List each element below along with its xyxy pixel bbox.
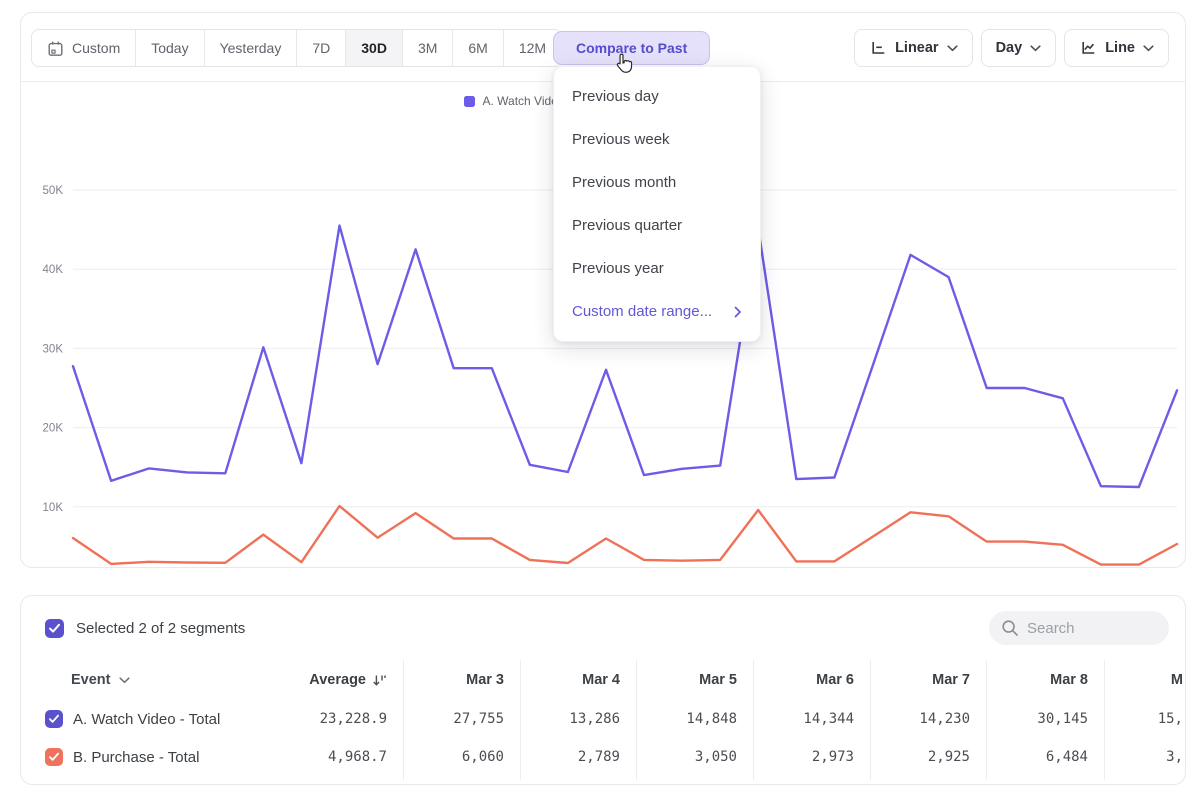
- svg-text:30K: 30K: [43, 343, 64, 355]
- row-checkbox-purchase[interactable]: [45, 748, 63, 766]
- check-icon: [48, 623, 61, 634]
- date-column-mar8: Mar 8 30,145 6,484: [986, 660, 1104, 780]
- linear-axis-icon: [869, 39, 887, 57]
- menu-item-previous-year[interactable]: Previous year: [554, 247, 760, 290]
- scale-dropdown[interactable]: Linear: [854, 29, 973, 67]
- select-all-checkbox[interactable]: [45, 619, 64, 638]
- average-column: Average 23,228.9 4,968.7: [286, 660, 403, 780]
- date-column-mar6: Mar 6 14,344 2,973: [753, 660, 870, 780]
- chevron-down-icon: [1030, 45, 1041, 52]
- range-today[interactable]: Today: [136, 30, 204, 66]
- search-box[interactable]: [989, 611, 1169, 645]
- svg-text:40K: 40K: [43, 264, 64, 276]
- range-6m[interactable]: 6M: [453, 30, 503, 66]
- interval-dropdown[interactable]: Day: [981, 29, 1057, 67]
- date-column-mar4: Mar 4 13,286 2,789: [520, 660, 636, 780]
- selected-segments-label: Selected 2 of 2 segments: [76, 620, 245, 637]
- chevron-right-icon: [734, 306, 742, 318]
- row-purchase: B. Purchase - Total: [21, 738, 286, 776]
- calendar-icon: [47, 40, 64, 57]
- average-watch-video: 23,228.9: [286, 700, 403, 738]
- chart-display-controls: Linear Day Line: [854, 29, 1169, 67]
- date-column-clipped: M 15, 3,: [1104, 660, 1185, 780]
- row-watch-video: A. Watch Video - Total: [21, 700, 286, 738]
- series-purchase-line: [73, 506, 1177, 565]
- average-purchase: 4,968.7: [286, 738, 403, 776]
- chevron-down-icon: [119, 677, 130, 684]
- row-checkbox-watch-video[interactable]: [45, 710, 63, 728]
- menu-item-previous-month[interactable]: Previous month: [554, 161, 760, 204]
- event-header[interactable]: Event: [21, 660, 286, 700]
- sort-descending-icon: [372, 673, 387, 688]
- segments-table: Event A. Watch Video - Total: [21, 660, 1185, 780]
- range-7d[interactable]: 7D: [297, 30, 346, 66]
- chart-type-dropdown[interactable]: Line: [1064, 29, 1169, 67]
- line-chart-icon: [1079, 39, 1097, 57]
- row-label: B. Purchase - Total: [73, 749, 199, 766]
- range-3m[interactable]: 3M: [403, 30, 453, 66]
- range-yesterday[interactable]: Yesterday: [205, 30, 298, 66]
- date-column-mar7: Mar 7 14,230 2,925: [870, 660, 986, 780]
- check-icon: [48, 714, 60, 724]
- menu-item-previous-week[interactable]: Previous week: [554, 118, 760, 161]
- date-column-mar3: Mar 3 27,755 6,060: [403, 660, 520, 780]
- range-custom[interactable]: Custom: [32, 30, 136, 66]
- range-label: Custom: [72, 40, 120, 56]
- row-label: A. Watch Video - Total: [73, 711, 220, 728]
- date-column-mar5: Mar 5 14,848 3,050: [636, 660, 753, 780]
- svg-text:50K: 50K: [43, 185, 64, 197]
- svg-text:10K: 10K: [43, 502, 64, 514]
- segments-header-row: Selected 2 of 2 segments: [21, 596, 1185, 660]
- compare-to-past-menu: Previous day Previous week Previous mont…: [553, 66, 761, 342]
- menu-item-custom-date-range[interactable]: Custom date range...: [554, 290, 760, 333]
- menu-item-previous-day[interactable]: Previous day: [554, 75, 760, 118]
- date-range-control: Custom Today Yesterday 7D 30D 3M 6M 12M: [31, 29, 562, 67]
- menu-item-previous-quarter[interactable]: Previous quarter: [554, 204, 760, 247]
- chevron-down-icon: [947, 45, 958, 52]
- check-icon: [48, 752, 60, 762]
- range-30d-selected[interactable]: 30D: [346, 30, 403, 66]
- event-column: Event A. Watch Video - Total: [21, 660, 286, 780]
- search-icon: [1001, 619, 1019, 637]
- svg-text:20K: 20K: [43, 423, 64, 435]
- compare-to-past-button[interactable]: Compare to Past: [553, 31, 710, 65]
- average-header[interactable]: Average: [286, 660, 403, 700]
- segments-table-card: Selected 2 of 2 segments Event: [20, 595, 1186, 785]
- search-input[interactable]: [1027, 620, 1157, 637]
- chevron-down-icon: [1143, 45, 1154, 52]
